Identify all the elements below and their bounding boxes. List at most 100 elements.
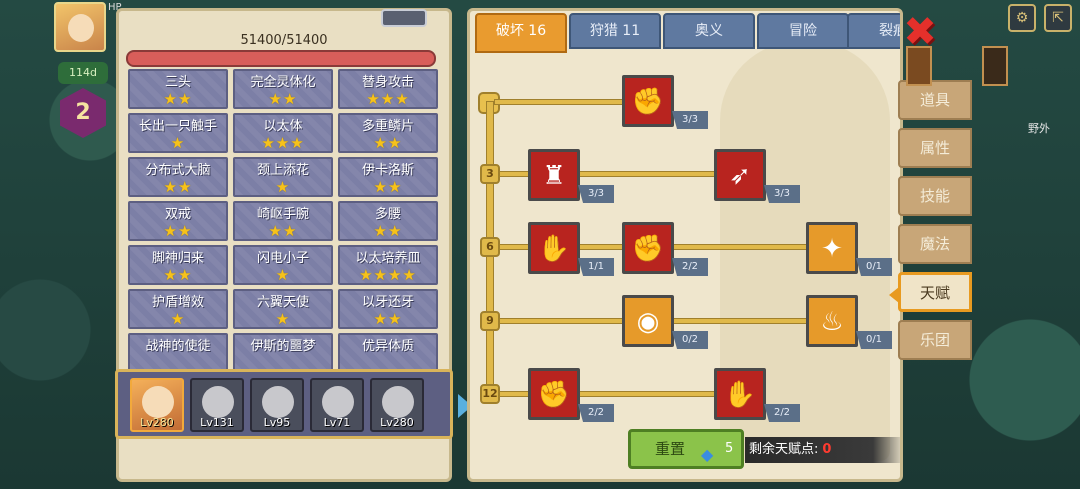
- ability-cell[interactable]: 以牙还牙 ★★: [338, 289, 438, 329]
- talent-panel: 破坏 16狩猎 11奥义冒险裂痕 3 6 9 12 ✊ 3/3 ♜ 3/3 ➶ 3/3 ✋ 1/1 ✊…: [467, 8, 903, 482]
- side-menu-item[interactable]: 乐团: [898, 320, 972, 360]
- remaining-points: 剩余天赋点: 0: [745, 437, 900, 463]
- talent-node[interactable]: ♜: [528, 149, 580, 201]
- tier-node: 3: [480, 164, 500, 184]
- ability-cell[interactable]: 以太体 ★★★: [233, 113, 333, 153]
- hero-level: Lv131: [200, 416, 234, 429]
- star-rating: ★: [170, 310, 186, 328]
- ability-name: 伊卡洛斯: [361, 163, 414, 178]
- ability-name: 崎岖手腕: [256, 207, 309, 222]
- splash-icon: ✦: [821, 234, 843, 264]
- ability-cell[interactable]: 脚神归来 ★★: [128, 245, 228, 285]
- side-menu-item[interactable]: 魔法: [898, 224, 972, 264]
- star-rating: ★★: [268, 90, 298, 108]
- tab-2[interactable]: 奥义: [663, 13, 755, 49]
- ability-cell[interactable]: 以太培养皿 ★★★★: [338, 245, 438, 285]
- talent-count: 0/1: [856, 258, 892, 276]
- ability-cell[interactable]: 闪电小子 ★: [233, 245, 333, 285]
- ability-cell[interactable]: 多腰 ★★: [338, 201, 438, 241]
- talent-node[interactable]: ♨: [806, 295, 858, 347]
- talent-count: 0/1: [856, 331, 892, 349]
- talent-node[interactable]: ◉: [622, 295, 674, 347]
- ability-cell[interactable]: 伊斯的噩梦: [233, 333, 333, 373]
- talent-count: 3/3: [764, 185, 800, 203]
- talent-count: 2/2: [764, 404, 800, 422]
- ability-cell[interactable]: 六翼天使 ★: [233, 289, 333, 329]
- reset-button[interactable]: 重置 ◆ 5: [628, 429, 744, 469]
- side-menu-item[interactable]: 技能: [898, 176, 972, 216]
- ability-name: 以太体: [263, 119, 303, 134]
- reset-cost: 5: [725, 441, 734, 456]
- fist-punch-icon: ✊: [631, 234, 665, 264]
- talent-node[interactable]: ✊: [622, 75, 674, 127]
- talent-node[interactable]: ➶: [714, 149, 766, 201]
- star-rating: ★: [170, 134, 186, 152]
- tab-1[interactable]: 狩猎 11: [569, 13, 661, 49]
- side-menu-label: 技能: [919, 187, 950, 205]
- side-menu-item[interactable]: 道具: [898, 80, 972, 120]
- ring-ripple-icon: ◉: [636, 307, 660, 337]
- hero-slot[interactable]: Lv71: [310, 378, 364, 432]
- tab-3[interactable]: 冒险: [757, 13, 849, 49]
- tab-0[interactable]: 破坏 16: [475, 13, 567, 53]
- talent-count: 1/1: [578, 258, 614, 276]
- ability-name: 双戒: [164, 207, 191, 222]
- ability-name: 战神的使徒: [145, 339, 211, 354]
- ability-cell[interactable]: 护盾增效 ★: [128, 289, 228, 329]
- ability-cell[interactable]: 崎岖手腕 ★★: [233, 201, 333, 241]
- star-rating: ★★: [163, 222, 193, 240]
- exit-icon[interactable]: ⇱: [1044, 4, 1072, 32]
- star-rating: ★★: [373, 222, 403, 240]
- hero-slot[interactable]: Lv280: [130, 378, 184, 432]
- ability-name: 闪电小子: [256, 251, 309, 266]
- hero-portrait: [262, 386, 294, 418]
- talent-node[interactable]: ✦: [806, 222, 858, 274]
- ability-cell[interactable]: 颈上添花 ★: [233, 157, 333, 197]
- flame-wing-icon: ♨: [820, 307, 844, 337]
- ability-cell[interactable]: 长出一只触手 ★: [128, 113, 228, 153]
- ability-name: 长出一只触手: [138, 119, 217, 134]
- ability-panel: 51400/51400 三头 ★★ 完全灵体化 ★★ 替身攻击 ★★★ 长出一只触手 ★ 以太体…: [115, 8, 472, 482]
- star-rating: ★★★★: [359, 266, 417, 284]
- talent-node[interactable]: ✋: [528, 222, 580, 274]
- open-palm-icon: ✋: [723, 380, 757, 410]
- hero-portrait: [382, 386, 414, 418]
- side-menu-label: 魔法: [919, 235, 950, 253]
- player-avatar[interactable]: [54, 2, 106, 52]
- panel-top-button[interactable]: [381, 9, 427, 27]
- ability-name: 六翼天使: [256, 295, 309, 310]
- hero-slot[interactable]: Lv280: [370, 378, 424, 432]
- ability-cell[interactable]: 替身攻击 ★★★: [338, 69, 438, 109]
- side-menu-item[interactable]: 天赋: [889, 272, 972, 312]
- hero-portrait: [202, 386, 234, 418]
- ability-name: 优异体质: [361, 339, 414, 354]
- ability-name: 伊斯的噩梦: [250, 339, 316, 354]
- ability-cell[interactable]: 分布式大脑 ★★: [128, 157, 228, 197]
- star-rating: ★★: [163, 178, 193, 196]
- network-icon[interactable]: ⚙: [1008, 4, 1036, 32]
- talent-node[interactable]: ✊: [622, 222, 674, 274]
- ability-cell[interactable]: 伊卡洛斯 ★★: [338, 157, 438, 197]
- talent-count: 3/3: [578, 185, 614, 203]
- ability-cell[interactable]: 多重鳞片 ★★: [338, 113, 438, 153]
- hp-bar: [126, 50, 436, 67]
- map-tile: [982, 46, 1008, 86]
- ability-cell[interactable]: 优异体质: [338, 333, 438, 373]
- hero-strip: Lv280 Lv131 Lv95 Lv71 Lv280: [115, 369, 472, 439]
- ability-name: 完全灵体化: [250, 75, 316, 90]
- hero-level: Lv95: [263, 416, 291, 429]
- talent-node[interactable]: ✋: [714, 368, 766, 420]
- star-rating: ★★★: [261, 134, 305, 152]
- ability-cell[interactable]: 三头 ★★: [128, 69, 228, 109]
- talent-node[interactable]: ✊: [528, 368, 580, 420]
- ability-cell[interactable]: 战神的使徒: [128, 333, 228, 373]
- tier-node: 12: [480, 384, 500, 404]
- hero-slot[interactable]: Lv131: [190, 378, 244, 432]
- tab-4[interactable]: 裂痕: [847, 13, 900, 49]
- ability-cell[interactable]: 双戒 ★★: [128, 201, 228, 241]
- hero-slot[interactable]: Lv95: [250, 378, 304, 432]
- ability-grid: 三头 ★★ 完全灵体化 ★★ 替身攻击 ★★★ 长出一只触手 ★ 以太体 ★★★ 多重鳞片 ★★ 分布式…: [128, 69, 438, 373]
- ability-cell[interactable]: 完全灵体化 ★★: [233, 69, 333, 109]
- star-rating: ★: [275, 266, 291, 284]
- side-menu-item[interactable]: 属性: [898, 128, 972, 168]
